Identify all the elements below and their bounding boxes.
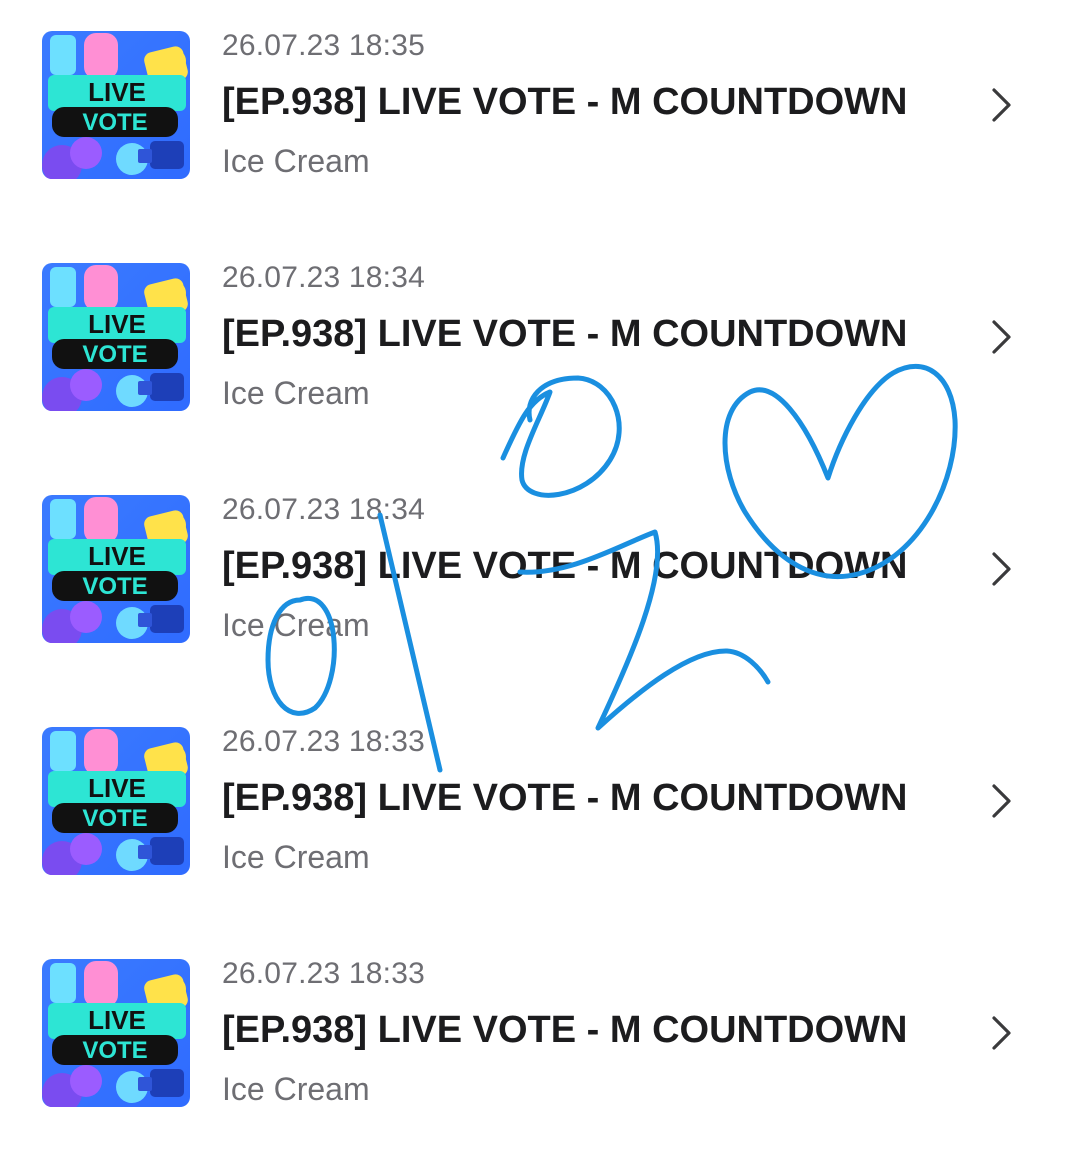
live-vote-thumbnail: LIVE VOTE <box>42 727 190 875</box>
list-item[interactable]: LIVE VOTE 26.07.23 18:34 [EP.938] LIVE VO… <box>0 232 1080 464</box>
vote-date: 26.07.23 18:34 <box>222 493 425 526</box>
chevron-right-icon[interactable] <box>986 1014 1016 1052</box>
list-item[interactable]: LIVE VOTE 26.07.23 18:35 [EP.938] LIVE VO… <box>0 0 1080 232</box>
vote-date: 26.07.23 18:33 <box>222 725 425 758</box>
vote-history-list: LIVE VOTE 26.07.23 18:35 [EP.938] LIVE VO… <box>0 0 1080 1147</box>
svg-text:LIVE: LIVE <box>88 77 146 107</box>
list-item[interactable]: LIVE VOTE 26.07.23 18:33 [EP.938] LIVE VO… <box>0 928 1080 1160</box>
live-vote-thumbnail: LIVE VOTE <box>42 959 190 1107</box>
svg-text:LIVE: LIVE <box>88 773 146 803</box>
list-item[interactable]: LIVE VOTE 26.07.23 18:34 [EP.938] LIVE VO… <box>0 464 1080 696</box>
list-item[interactable]: LIVE VOTE 26.07.23 18:33 [EP.938] LIVE VO… <box>0 696 1080 928</box>
svg-text:VOTE: VOTE <box>82 109 147 136</box>
chevron-right-icon[interactable] <box>986 550 1016 588</box>
chevron-right-icon[interactable] <box>986 782 1016 820</box>
live-vote-thumbnail: LIVE VOTE <box>42 263 190 411</box>
live-vote-thumbnail: LIVE VOTE <box>42 495 190 643</box>
vote-title: [EP.938] LIVE VOTE - M COUNTDOWN <box>222 81 908 123</box>
svg-text:VOTE: VOTE <box>82 805 147 832</box>
vote-title: [EP.938] LIVE VOTE - M COUNTDOWN <box>222 313 908 355</box>
svg-text:LIVE: LIVE <box>88 1005 146 1035</box>
vote-date: 26.07.23 18:35 <box>222 29 425 62</box>
vote-title: [EP.938] LIVE VOTE - M COUNTDOWN <box>222 1009 908 1051</box>
chevron-right-icon[interactable] <box>986 318 1016 356</box>
vote-artist: Ice Cream <box>222 607 370 643</box>
vote-artist: Ice Cream <box>222 839 370 875</box>
svg-text:LIVE: LIVE <box>88 309 146 339</box>
svg-text:VOTE: VOTE <box>82 573 147 600</box>
svg-text:VOTE: VOTE <box>82 1037 147 1064</box>
vote-date: 26.07.23 18:34 <box>222 261 425 294</box>
svg-text:LIVE: LIVE <box>88 541 146 571</box>
chevron-right-icon[interactable] <box>986 86 1016 124</box>
vote-date: 26.07.23 18:33 <box>222 957 425 990</box>
svg-text:VOTE: VOTE <box>82 341 147 368</box>
vote-artist: Ice Cream <box>222 375 370 411</box>
live-vote-thumbnail: LIVE VOTE <box>42 31 190 179</box>
vote-title: [EP.938] LIVE VOTE - M COUNTDOWN <box>222 777 908 819</box>
vote-artist: Ice Cream <box>222 143 370 179</box>
vote-artist: Ice Cream <box>222 1071 370 1107</box>
vote-title: [EP.938] LIVE VOTE - M COUNTDOWN <box>222 545 908 587</box>
